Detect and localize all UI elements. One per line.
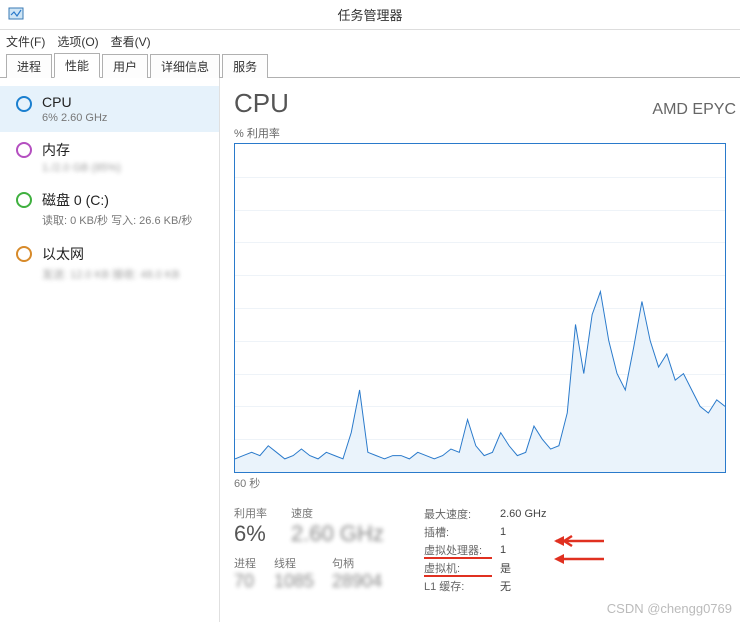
thread-value: 1085 [274, 571, 314, 592]
title-bar: 任务管理器 [0, 0, 740, 30]
speed-label: 速度 [291, 505, 384, 521]
vproc-val: 1 [500, 544, 506, 556]
sidebar-disk-title: 磁盘 0 (C:) [42, 190, 192, 210]
main-panel: CPU AMD EPYC % 利用率 60 秒 利用率 [220, 78, 740, 622]
chart-ylabel: % 利用率 [234, 125, 740, 141]
tab-users[interactable]: 用户 [102, 54, 148, 78]
tab-strip: 进程 性能 用户 详细信息 服务 [0, 52, 740, 78]
sidebar-disk-sub: 读取: 0 KB/秒 写入: 26.6 KB/秒 [42, 212, 192, 228]
sidebar-cpu-title: CPU [42, 94, 107, 110]
watermark: CSDN @chengg0769 [607, 601, 732, 616]
speed-value: 2.60 GHz [291, 521, 384, 547]
sidebar-item-cpu[interactable]: CPU 6% 2.60 GHz [0, 86, 219, 132]
proc-label: 进程 [234, 555, 256, 571]
tab-processes[interactable]: 进程 [6, 54, 52, 78]
vm-val: 是 [500, 560, 511, 576]
sockets-key: 插槽: [424, 524, 500, 540]
sidebar-item-ethernet[interactable]: 以太网 发送: 12.0 KB 接收: 48.0 KB [0, 236, 219, 290]
window-title: 任务管理器 [337, 5, 402, 24]
max-speed-key: 最大速度: [424, 506, 500, 522]
cpu-model: AMD EPYC [652, 101, 736, 119]
thread-label: 线程 [274, 555, 314, 571]
menu-options[interactable]: 选项(O) [57, 33, 98, 50]
tab-details[interactable]: 详细信息 [150, 54, 220, 78]
handle-label: 句柄 [332, 555, 382, 571]
vm-key: 虚拟机: [424, 560, 500, 576]
page-title: CPU [234, 88, 289, 119]
tab-performance[interactable]: 性能 [54, 53, 100, 78]
app-icon [8, 6, 24, 22]
handle-value: 28904 [332, 571, 382, 592]
proc-value: 70 [234, 571, 256, 592]
menu-bar: 文件(F) 选项(O) 查看(V) [0, 30, 740, 52]
l1-key: L1 缓存: [424, 578, 500, 594]
max-speed-val: 2.60 GHz [500, 508, 546, 520]
sockets-val: 1 [500, 526, 506, 538]
memory-icon [16, 142, 32, 158]
ethernet-icon [16, 246, 32, 262]
sidebar-ethernet-sub: 发送: 12.0 KB 接收: 48.0 KB [42, 266, 180, 282]
util-label: 利用率 [234, 505, 267, 521]
cpu-icon [16, 96, 32, 112]
sidebar-cpu-sub: 6% 2.60 GHz [42, 112, 107, 124]
l1-val: 无 [500, 578, 511, 594]
stats-block: 利用率 6% 速度 2.60 GHz 进程 70 线程 1085 [234, 505, 740, 595]
annotation-arrow-icon [554, 552, 604, 566]
sidebar-item-disk[interactable]: 磁盘 0 (C:) 读取: 0 KB/秒 写入: 26.6 KB/秒 [0, 182, 219, 236]
utilization-chart [234, 143, 726, 473]
menu-file[interactable]: 文件(F) [6, 33, 45, 50]
disk-icon [16, 192, 32, 208]
sidebar: CPU 6% 2.60 GHz 内存 1./2.0 GB (85%) 磁盘 0 … [0, 78, 220, 622]
menu-view[interactable]: 查看(V) [111, 33, 151, 50]
chart-xlabel: 60 秒 [234, 475, 740, 491]
tab-services[interactable]: 服务 [222, 54, 268, 78]
vproc-key: 虚拟处理器: [424, 542, 500, 558]
cpu-details: 最大速度: 2.60 GHz 插槽: 1 虚拟处理器: 1 虚拟机: 是 L1 … [424, 505, 546, 595]
annotation-arrow-icon [554, 534, 604, 548]
sidebar-item-memory[interactable]: 内存 1./2.0 GB (85%) [0, 132, 219, 182]
sidebar-memory-sub: 1./2.0 GB (85%) [42, 162, 121, 174]
sidebar-ethernet-title: 以太网 [42, 244, 180, 264]
util-value: 6% [234, 521, 267, 547]
sidebar-memory-title: 内存 [42, 140, 121, 160]
